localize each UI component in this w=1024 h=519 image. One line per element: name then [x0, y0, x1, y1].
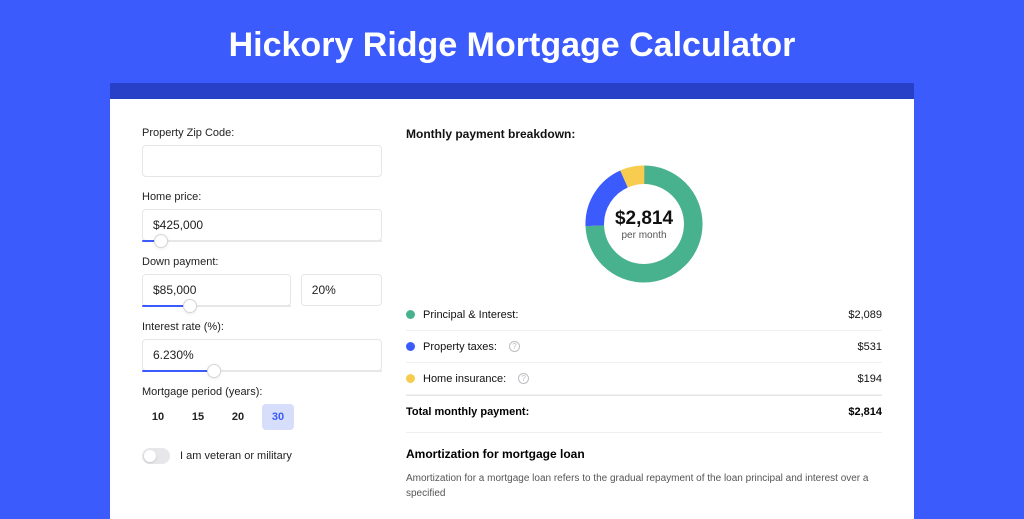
- donut-subtext: per month: [615, 230, 673, 241]
- info-icon[interactable]: ?: [509, 341, 520, 352]
- legend-row-taxes: Property taxes: ? $531: [406, 331, 882, 363]
- calculator-card: Property Zip Code: Home price: Down paym…: [110, 99, 914, 519]
- legend-value-principal: $2,089: [848, 309, 882, 321]
- period-option-20[interactable]: 20: [222, 404, 254, 430]
- breakdown-title: Monthly payment breakdown:: [406, 127, 882, 141]
- veteran-label: I am veteran or military: [180, 450, 292, 462]
- donut-center-label: $2,814 per month: [615, 208, 673, 241]
- breakdown-column: Monthly payment breakdown: $2,814 per mo…: [406, 127, 882, 519]
- down-payment-percent-input[interactable]: [301, 274, 382, 306]
- legend-label-taxes: Property taxes:: [423, 341, 497, 353]
- slider-thumb[interactable]: [207, 364, 221, 378]
- down-payment-field: Down payment:: [142, 256, 382, 307]
- legend-dot-insurance: [406, 374, 415, 383]
- down-payment-label: Down payment:: [142, 256, 382, 268]
- slider-thumb[interactable]: [183, 299, 197, 313]
- home-price-field: Home price:: [142, 191, 382, 242]
- page-title: Hickory Ridge Mortgage Calculator: [0, 0, 1024, 83]
- interest-rate-slider[interactable]: [142, 370, 382, 372]
- amortization-section: Amortization for mortgage loan Amortizat…: [406, 432, 882, 501]
- mortgage-period-field: Mortgage period (years): 10 15 20 30: [142, 386, 382, 430]
- home-price-slider[interactable]: [142, 240, 382, 242]
- amortization-title: Amortization for mortgage loan: [406, 447, 882, 461]
- info-icon[interactable]: ?: [518, 373, 529, 384]
- inputs-column: Property Zip Code: Home price: Down paym…: [142, 127, 382, 519]
- interest-rate-field: Interest rate (%):: [142, 321, 382, 372]
- veteran-toggle[interactable]: [142, 448, 170, 464]
- mortgage-period-label: Mortgage period (years):: [142, 386, 382, 398]
- legend-row-principal: Principal & Interest: $2,089: [406, 299, 882, 331]
- legend-dot-principal: [406, 310, 415, 319]
- legend-row-insurance: Home insurance: ? $194: [406, 363, 882, 395]
- total-row: Total monthly payment: $2,814: [406, 395, 882, 418]
- period-option-30[interactable]: 30: [262, 404, 294, 430]
- amortization-text: Amortization for a mortgage loan refers …: [406, 471, 882, 501]
- donut-amount: $2,814: [615, 208, 673, 230]
- home-price-input[interactable]: [142, 209, 382, 241]
- interest-rate-label: Interest rate (%):: [142, 321, 382, 333]
- zip-field: Property Zip Code:: [142, 127, 382, 177]
- slider-thumb[interactable]: [154, 234, 168, 248]
- total-label: Total monthly payment:: [406, 406, 529, 418]
- legend-label-principal: Principal & Interest:: [423, 309, 518, 321]
- total-value: $2,814: [848, 406, 882, 418]
- legend-value-taxes: $531: [858, 341, 882, 353]
- period-option-10[interactable]: 10: [142, 404, 174, 430]
- period-option-15[interactable]: 15: [182, 404, 214, 430]
- zip-label: Property Zip Code:: [142, 127, 382, 139]
- zip-input[interactable]: [142, 145, 382, 177]
- interest-rate-input[interactable]: [142, 339, 382, 371]
- legend-label-insurance: Home insurance:: [423, 373, 506, 385]
- mortgage-period-segmented: 10 15 20 30: [142, 404, 382, 430]
- calculator-panel-outer: Property Zip Code: Home price: Down paym…: [110, 83, 914, 519]
- home-price-label: Home price:: [142, 191, 382, 203]
- donut-chart: $2,814 per month: [406, 149, 882, 299]
- down-payment-amount-input[interactable]: [142, 274, 291, 306]
- legend-dot-taxes: [406, 342, 415, 351]
- legend-value-insurance: $194: [858, 373, 882, 385]
- veteran-toggle-row: I am veteran or military: [142, 448, 382, 464]
- down-payment-slider[interactable]: [142, 305, 291, 307]
